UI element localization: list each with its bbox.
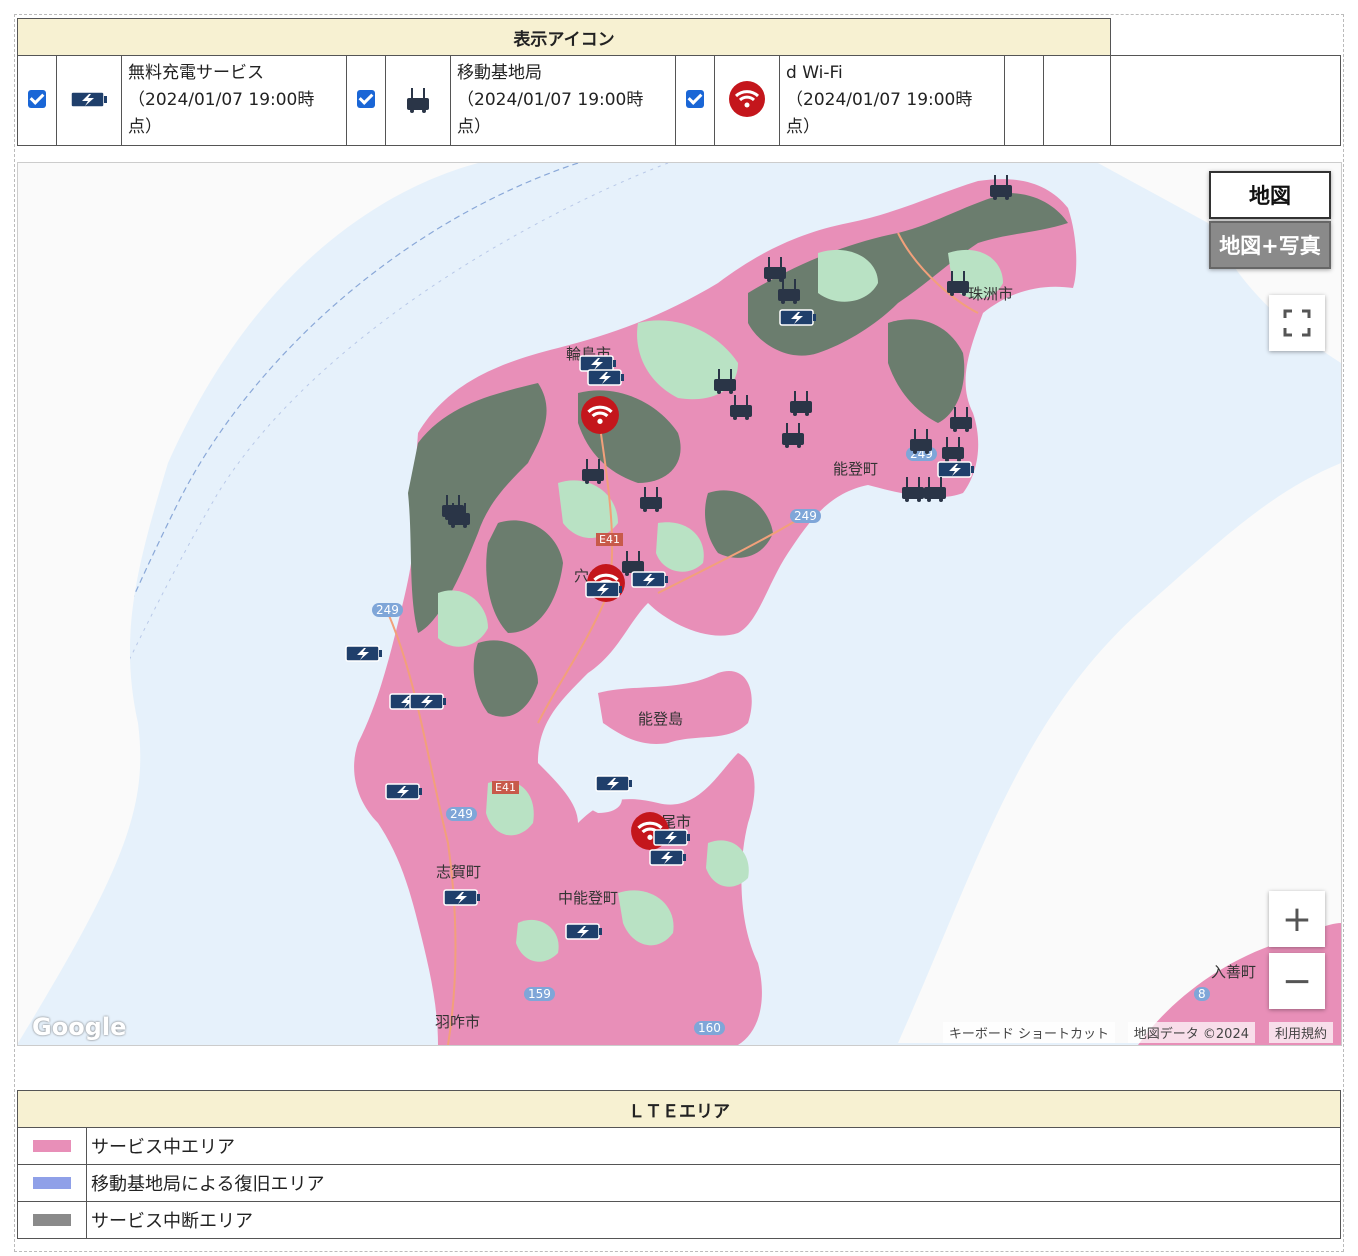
- basestation-checkbox[interactable]: [346, 55, 386, 146]
- place-label: 中能登町: [558, 889, 619, 907]
- basestation-marker[interactable]: [786, 387, 816, 421]
- map-photo-type-button[interactable]: 地図+写真: [1209, 221, 1331, 269]
- charge-marker[interactable]: [408, 691, 448, 715]
- place-label: 羽咋市: [435, 1013, 481, 1031]
- basestation-marker[interactable]: [444, 499, 474, 533]
- legend-swatch: [17, 1164, 87, 1202]
- basestation-marker[interactable]: [906, 425, 936, 459]
- place-label: 志賀町: [436, 863, 482, 881]
- coverage-map[interactable]: 輪島市 珠洲市 能登町 穴水町 能登島 七尾市 志賀町 中能登町 羽咋市 入善町…: [17, 162, 1342, 1046]
- zoom-out-button[interactable]: −: [1269, 953, 1325, 1009]
- charge-marker[interactable]: [586, 367, 626, 391]
- battery-charge-icon: [56, 55, 122, 146]
- mobile-base-station-icon: [385, 55, 451, 146]
- road-shield: 249: [372, 603, 403, 617]
- road-shield: 160: [694, 1021, 725, 1035]
- charge-label: 無料充電サービス （2024/01/07 19:00時 点）: [121, 55, 347, 146]
- charge-marker[interactable]: [442, 887, 482, 911]
- fullscreen-icon: [1283, 309, 1311, 337]
- place-label: 能登町: [833, 460, 879, 478]
- lte-legend-title: ＬＴＥエリア: [17, 1090, 1341, 1128]
- wifi-checkbox[interactable]: [675, 55, 715, 146]
- map-data-attribution: 地図データ ©2024: [1127, 1022, 1255, 1043]
- icon-legend-table: 表示アイコン 無料充電サービス （2024/01/07 19:00時 点） 移動基地…: [17, 18, 1341, 146]
- basestation-marker[interactable]: [943, 267, 973, 301]
- legend-swatch: [17, 1201, 87, 1239]
- basestation-marker[interactable]: [726, 391, 756, 425]
- basestation-marker[interactable]: [774, 275, 804, 309]
- map-type-button[interactable]: 地図: [1209, 171, 1331, 219]
- terms-link[interactable]: 利用規約: [1268, 1022, 1333, 1043]
- charge-marker[interactable]: [630, 569, 670, 593]
- charge-marker[interactable]: [778, 307, 818, 331]
- road-shield: 249: [790, 509, 821, 523]
- icon-legend-title: 表示アイコン: [17, 18, 1111, 56]
- charge-marker[interactable]: [648, 847, 688, 871]
- place-label: 珠洲市: [968, 285, 1014, 303]
- basestation-marker[interactable]: [636, 483, 666, 517]
- empty-cell: [1110, 55, 1341, 146]
- legend-label-outage: サービス中断エリア: [86, 1201, 1341, 1239]
- wifi-marker[interactable]: [580, 395, 620, 439]
- wifi-label: d Wi-Fi （2024/01/07 19:00時 点）: [779, 55, 1005, 146]
- legend-label-restored: 移動基地局による復旧エリア: [86, 1164, 1341, 1202]
- basestation-marker[interactable]: [986, 171, 1016, 205]
- fullscreen-button[interactable]: [1269, 295, 1325, 351]
- charge-marker[interactable]: [384, 781, 424, 805]
- legend-label-service: サービス中エリア: [86, 1127, 1341, 1165]
- wifi-icon: [714, 55, 780, 146]
- basestation-marker[interactable]: [578, 455, 608, 489]
- charge-marker[interactable]: [564, 921, 604, 945]
- road-shield: 8: [1194, 987, 1210, 1001]
- road-shield: 159: [524, 987, 555, 1001]
- charge-marker[interactable]: [594, 773, 634, 797]
- basestation-marker[interactable]: [920, 473, 950, 507]
- road-shield: E41: [596, 533, 623, 546]
- charge-checkbox[interactable]: [17, 55, 57, 146]
- road-shield: E41: [492, 781, 519, 794]
- map-canvas: [18, 163, 1341, 1045]
- place-label: 能登島: [638, 710, 684, 728]
- empty-cell: [1004, 55, 1044, 146]
- legend-swatch: [17, 1127, 87, 1165]
- basestation-marker[interactable]: [778, 419, 808, 453]
- basestation-marker[interactable]: [946, 403, 976, 437]
- empty-cell: [1043, 55, 1111, 146]
- google-logo: Google: [32, 1013, 127, 1041]
- road-shield: 249: [446, 807, 477, 821]
- basestation-label: 移動基地局 （2024/01/07 19:00時 点）: [450, 55, 676, 146]
- charge-marker[interactable]: [344, 643, 384, 667]
- zoom-in-button[interactable]: +: [1269, 891, 1325, 947]
- keyboard-shortcuts-link[interactable]: キーボード ショートカット: [942, 1022, 1115, 1043]
- lte-legend-table: ＬＴＥエリア サービス中エリア 移動基地局による復旧エリア サービス中断エリア: [17, 1090, 1341, 1239]
- place-label: 入善町: [1211, 963, 1257, 981]
- charge-marker[interactable]: [584, 579, 624, 603]
